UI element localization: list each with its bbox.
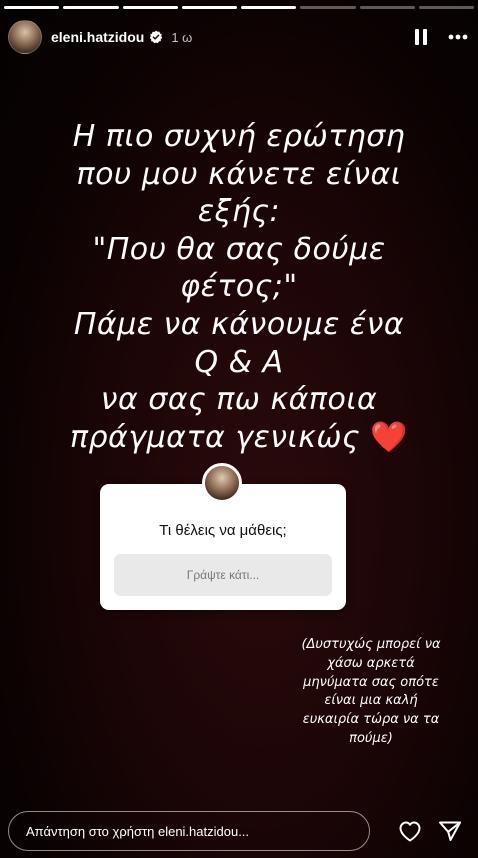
reply-input[interactable]: Απάντηση στο χρήστη eleni.hatzidou... (8, 811, 370, 851)
story-text-line: Η πιο συχνή ερώτηση (72, 119, 406, 154)
verified-badge-icon (150, 30, 163, 44)
note-line: είναι μια καλή (324, 693, 418, 709)
heart-emoji-icon: ❤️ (370, 419, 409, 455)
story-text-line: που μου κάνετε είναι (76, 156, 402, 192)
story-text-line: Q & A (194, 344, 284, 380)
question-answer-input[interactable]: Γράψτε κάτι... (114, 554, 332, 596)
story-viewer: eleni.hatzidou 1 ω Η πιο συχνή ερώτηση π… (0, 0, 478, 858)
story-header: eleni.hatzidou 1 ω (8, 18, 468, 56)
progress-segment (63, 6, 119, 9)
progress-segment (418, 6, 474, 9)
progress-segment (300, 6, 356, 9)
story-text-line: "Που θα σας δούμε (92, 231, 386, 267)
story-text-last-line: πράγματα γενικώς ❤️ (20, 419, 458, 457)
note-line: ευκαιρία τώρα να τα (302, 712, 440, 728)
post-time: 1 ω (171, 29, 193, 45)
story-progress-bar (4, 6, 474, 9)
story-text-line: φέτος;" (180, 269, 298, 305)
story-text: Η πιο συχνή ερώτηση που μου κάνετε είναι… (20, 118, 458, 456)
reply-actions (398, 820, 470, 842)
send-icon[interactable] (438, 820, 462, 842)
question-sticker-avatar (202, 463, 242, 503)
progress-segment (122, 6, 178, 9)
like-heart-icon[interactable] (398, 820, 422, 842)
question-sticker-title: Τι θέλεις να μάθεις; (159, 522, 287, 539)
progress-segment (181, 6, 237, 9)
progress-segment (241, 6, 297, 9)
story-text-line: να σας πω κάποια (100, 382, 378, 418)
pause-icon[interactable] (414, 28, 428, 46)
note-line: χάσω αρκετά (327, 655, 415, 671)
story-text-line: πράγματα γενικώς (69, 419, 361, 455)
story-text-line: εξής: (197, 194, 281, 230)
note-line: (Δυστυχώς μπορεί να (301, 637, 441, 652)
story-text-line: Πάμε να κάνουμε ένα (73, 306, 405, 342)
progress-segment (359, 6, 415, 9)
story-note: (Δυστυχώς μπορεί να χάσω αρκετά μηνύματα… (276, 636, 466, 749)
reply-bar: Απάντηση στο χρήστη eleni.hatzidou... (8, 810, 470, 852)
username[interactable]: eleni.hatzidou (51, 29, 144, 45)
avatar[interactable] (8, 20, 42, 54)
story-controls (414, 28, 468, 46)
note-line: μηνύματα σας οπότε (303, 674, 439, 690)
more-options-icon[interactable] (448, 34, 468, 40)
note-line: πούμε) (349, 730, 393, 746)
progress-segment (4, 6, 60, 9)
